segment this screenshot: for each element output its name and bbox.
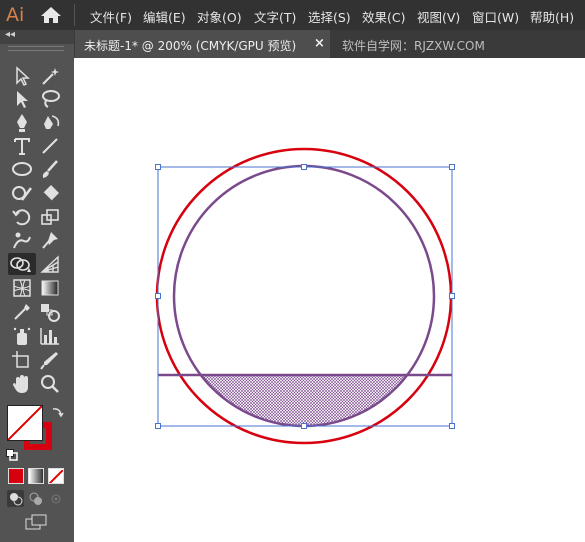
draw-behind-button[interactable]: [27, 490, 44, 507]
hand-icon: [13, 375, 28, 393]
draw-inside-button[interactable]: [47, 490, 64, 507]
perspective-grid-icon: [40, 255, 59, 273]
menu-file[interactable]: 文件(F): [90, 7, 132, 26]
document-tab-bar: 未标题-1* @ 200% (CMYK/GPU 预览) × 软件自学网：RJZX…: [74, 30, 585, 58]
artboard-icon: [12, 351, 29, 368]
menu-edit[interactable]: 编辑(E): [143, 7, 186, 26]
collapse-icon[interactable]: ◂◂: [5, 29, 15, 40]
eraser-tool[interactable]: [38, 182, 62, 204]
pin-icon: [42, 232, 58, 249]
shaper-icon: [12, 186, 32, 201]
menu-help[interactable]: 帮助(H): [530, 7, 574, 26]
menu-effect[interactable]: 效果(C): [362, 7, 405, 26]
shape-builder-icon: [10, 257, 31, 272]
menu-bar: Ai 文件(F) 编辑(E) 对象(O) 文字(T) 选择(S) 效果(C) 视…: [0, 0, 585, 30]
draw-normal-icon: [10, 493, 23, 506]
pen-nib-icon: [17, 114, 27, 132]
pen-tool[interactable]: [10, 112, 34, 134]
paintbrush-tool[interactable]: [38, 158, 62, 180]
tools-panel-header: ◂◂: [0, 29, 74, 44]
pin-tool[interactable]: [38, 229, 62, 251]
artboard-canvas[interactable]: [74, 58, 585, 542]
column-graph-tool[interactable]: [38, 325, 62, 347]
paintbrush-icon: [42, 160, 58, 178]
column-graph-icon: [40, 328, 59, 345]
type-tool[interactable]: [10, 135, 34, 157]
hatched-segment[interactable]: [174, 166, 434, 426]
puppet-warp-icon: [13, 232, 31, 249]
swap-fill-stroke-icon[interactable]: [50, 404, 64, 418]
puppet-warp-tool[interactable]: [10, 229, 34, 251]
ellipse-icon: [12, 162, 32, 176]
tab-document-active[interactable]: 未标题-1* @ 200% (CMYK/GPU 预览) ×: [74, 30, 330, 58]
none-mode-button[interactable]: [48, 468, 64, 484]
mesh-tool[interactable]: [10, 277, 34, 299]
rotate-icon: [12, 209, 31, 226]
scale-tool[interactable]: [38, 206, 62, 228]
zoom-icon: [41, 375, 59, 393]
home-button[interactable]: [38, 4, 64, 26]
curvature-tool[interactable]: [38, 112, 62, 134]
home-icon: [41, 7, 61, 23]
default-fill-stroke-icon[interactable]: [6, 446, 18, 461]
hand-tool[interactable]: [10, 373, 34, 395]
magic-wand-icon: [42, 68, 59, 85]
artboard-tool[interactable]: [10, 349, 34, 371]
panel-grip[interactable]: [8, 46, 64, 51]
shape-builder-tool[interactable]: [8, 253, 36, 275]
tab-second-label[interactable]: 软件自学网：RJZXW.COM: [342, 37, 485, 54]
lasso-tool[interactable]: [38, 88, 62, 110]
perspective-grid-tool[interactable]: [38, 253, 62, 275]
app-logo: Ai: [6, 4, 25, 26]
menu-object[interactable]: 对象(O): [197, 7, 242, 26]
rotate-tool[interactable]: [10, 206, 34, 228]
symbol-sprayer-tool[interactable]: [10, 325, 34, 347]
magic-wand-tool[interactable]: [38, 65, 62, 87]
type-t-icon: [14, 138, 30, 155]
draw-inside-icon: [51, 494, 61, 504]
gradient-mode-button[interactable]: [28, 468, 44, 484]
gradient-icon: [41, 280, 59, 296]
lasso-icon: [42, 90, 60, 108]
tab-document-label: 未标题-1* @ 200% (CMYK/GPU 预览): [84, 39, 297, 53]
scale-icon: [41, 209, 59, 225]
line-segment-icon: [42, 138, 58, 154]
menu-view[interactable]: 视图(V): [417, 7, 460, 26]
none-icon: [8, 406, 42, 440]
draw-behind-icon: [29, 492, 42, 505]
selection-tool[interactable]: [10, 65, 34, 87]
fill-swatch[interactable]: [7, 405, 43, 441]
eyedropper-icon: [14, 304, 30, 320]
symbol-sprayer-icon: [13, 327, 31, 345]
blend-tool[interactable]: [38, 301, 62, 323]
none-icon: [49, 469, 63, 483]
curvature-pen-icon: [44, 115, 60, 129]
menu-select[interactable]: 选择(S): [308, 7, 351, 26]
direct-selection-tool[interactable]: [10, 88, 34, 110]
tab-close-icon[interactable]: ×: [314, 36, 325, 51]
menu-window[interactable]: 窗口(W): [472, 7, 519, 26]
eraser-icon: [42, 185, 59, 202]
mesh-icon: [13, 279, 31, 297]
color-mode-button[interactable]: [8, 468, 24, 484]
selection-arrow-icon: [16, 66, 30, 87]
menu-separator: [74, 4, 75, 26]
artwork: [155, 147, 455, 445]
direct-selection-icon: [17, 91, 28, 108]
menu-type[interactable]: 文字(T): [254, 7, 296, 26]
gradient-tool[interactable]: [38, 277, 62, 299]
line-segment-tool[interactable]: [38, 135, 62, 157]
blend-icon: [41, 304, 60, 322]
slice-knife-icon: [40, 352, 58, 370]
ellipse-tool[interactable]: [10, 158, 34, 180]
screen-mode-icon: [25, 514, 47, 530]
slice-tool[interactable]: [38, 349, 62, 371]
screen-mode-button[interactable]: [24, 514, 50, 532]
eyedropper-tool[interactable]: [10, 301, 34, 323]
shaper-tool[interactable]: [10, 182, 34, 204]
draw-normal-button[interactable]: [7, 490, 24, 507]
zoom-tool[interactable]: [38, 373, 62, 395]
tools-panel: ◂◂: [0, 29, 75, 542]
